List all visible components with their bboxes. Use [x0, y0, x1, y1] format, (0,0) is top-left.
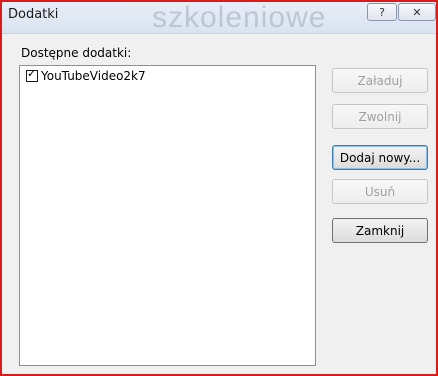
load-button[interactable]: Załaduj: [332, 68, 428, 93]
remove-button[interactable]: Usuń: [332, 179, 428, 204]
add-new-button[interactable]: Dodaj nowy...: [332, 145, 428, 170]
addin-checkbox[interactable]: ✓: [26, 67, 38, 82]
close-button[interactable]: Zamknij: [332, 218, 428, 243]
addin-name: YouTubeVideo2k7: [41, 69, 146, 83]
help-icon: ?: [379, 5, 385, 19]
help-button[interactable]: ?: [367, 3, 397, 21]
checkmark-icon: ✓: [27, 67, 37, 80]
available-addins-label: Dostępne dodatki:: [21, 46, 132, 60]
title-bar[interactable]: Dodatki szkoleniowe ? ✕: [2, 1, 436, 34]
close-icon: ✕: [412, 5, 422, 19]
list-item[interactable]: ✓ YouTubeVideo2k7: [26, 67, 146, 83]
close-window-button[interactable]: ✕: [398, 3, 436, 21]
unload-button[interactable]: Zwolnij: [332, 104, 428, 129]
watermark-text: szkoleniowe: [152, 1, 327, 34]
window-title: Dodatki: [8, 7, 59, 22]
addins-listbox[interactable]: ✓ YouTubeVideo2k7: [19, 65, 316, 366]
addins-dialog: Dodatki szkoleniowe ? ✕ Dostępne dodatki…: [0, 0, 438, 376]
